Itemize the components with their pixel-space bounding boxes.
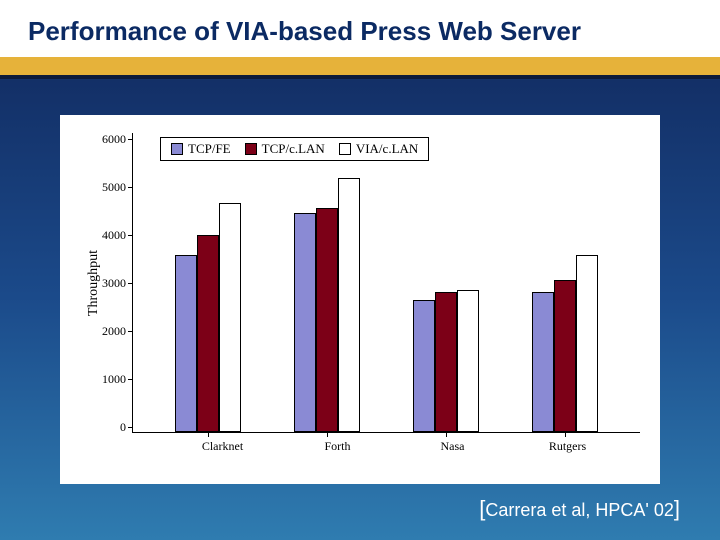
bar [532,292,554,432]
title-band: Performance of VIA-based Press Web Serve… [0,0,720,75]
y-tick: 0 [120,421,126,433]
category-label: Forth [280,439,395,454]
y-tick: 5000 [102,181,126,193]
citation-text: Carrera et al, HPCA' 02 [485,500,674,520]
citation: [Carrera et al, HPCA' 02] [479,496,680,522]
y-tick: 4000 [102,229,126,241]
y-tick: 1000 [102,373,126,385]
bar [554,280,576,432]
bar [576,255,598,432]
bar [294,213,316,432]
bracket-close: ] [674,496,680,521]
chart-container: TCP/FE TCP/c.LAN VIA/c.LAN Throughput 60… [60,115,660,484]
y-axis: 6000 5000 4000 3000 2000 1000 0 [102,133,132,433]
bar-group [387,290,506,432]
bar-group [506,255,625,432]
bar-group [148,203,267,432]
y-tick: 3000 [102,277,126,289]
bar [457,290,479,432]
x-axis-labels: ClarknetForthNasaRutgers [150,433,640,454]
legend-item: TCP/c.LAN [245,141,325,157]
y-axis-label: Throughput [80,250,102,316]
bar [219,203,241,432]
y-tick: 2000 [102,325,126,337]
bar [435,292,457,432]
legend-swatch-icon [339,143,351,155]
plot-area [132,133,640,433]
category-label: Clarknet [165,439,280,454]
legend-label: TCP/c.LAN [262,141,325,157]
page-title: Performance of VIA-based Press Web Serve… [28,16,692,47]
bar [197,235,219,432]
legend-label: VIA/c.LAN [356,141,418,157]
category-label: Nasa [395,439,510,454]
legend-swatch-icon [171,143,183,155]
bar [338,178,360,432]
y-tick: 6000 [102,133,126,145]
bar-group [267,178,386,432]
chart: Throughput 6000 5000 4000 3000 2000 1000 0 [80,133,640,433]
bar [316,208,338,432]
legend-swatch-icon [245,143,257,155]
legend-item: VIA/c.LAN [339,141,418,157]
legend-label: TCP/FE [188,141,231,157]
bar [175,255,197,432]
bar [413,300,435,432]
legend: TCP/FE TCP/c.LAN VIA/c.LAN [160,137,429,161]
category-label: Rutgers [510,439,625,454]
legend-item: TCP/FE [171,141,231,157]
